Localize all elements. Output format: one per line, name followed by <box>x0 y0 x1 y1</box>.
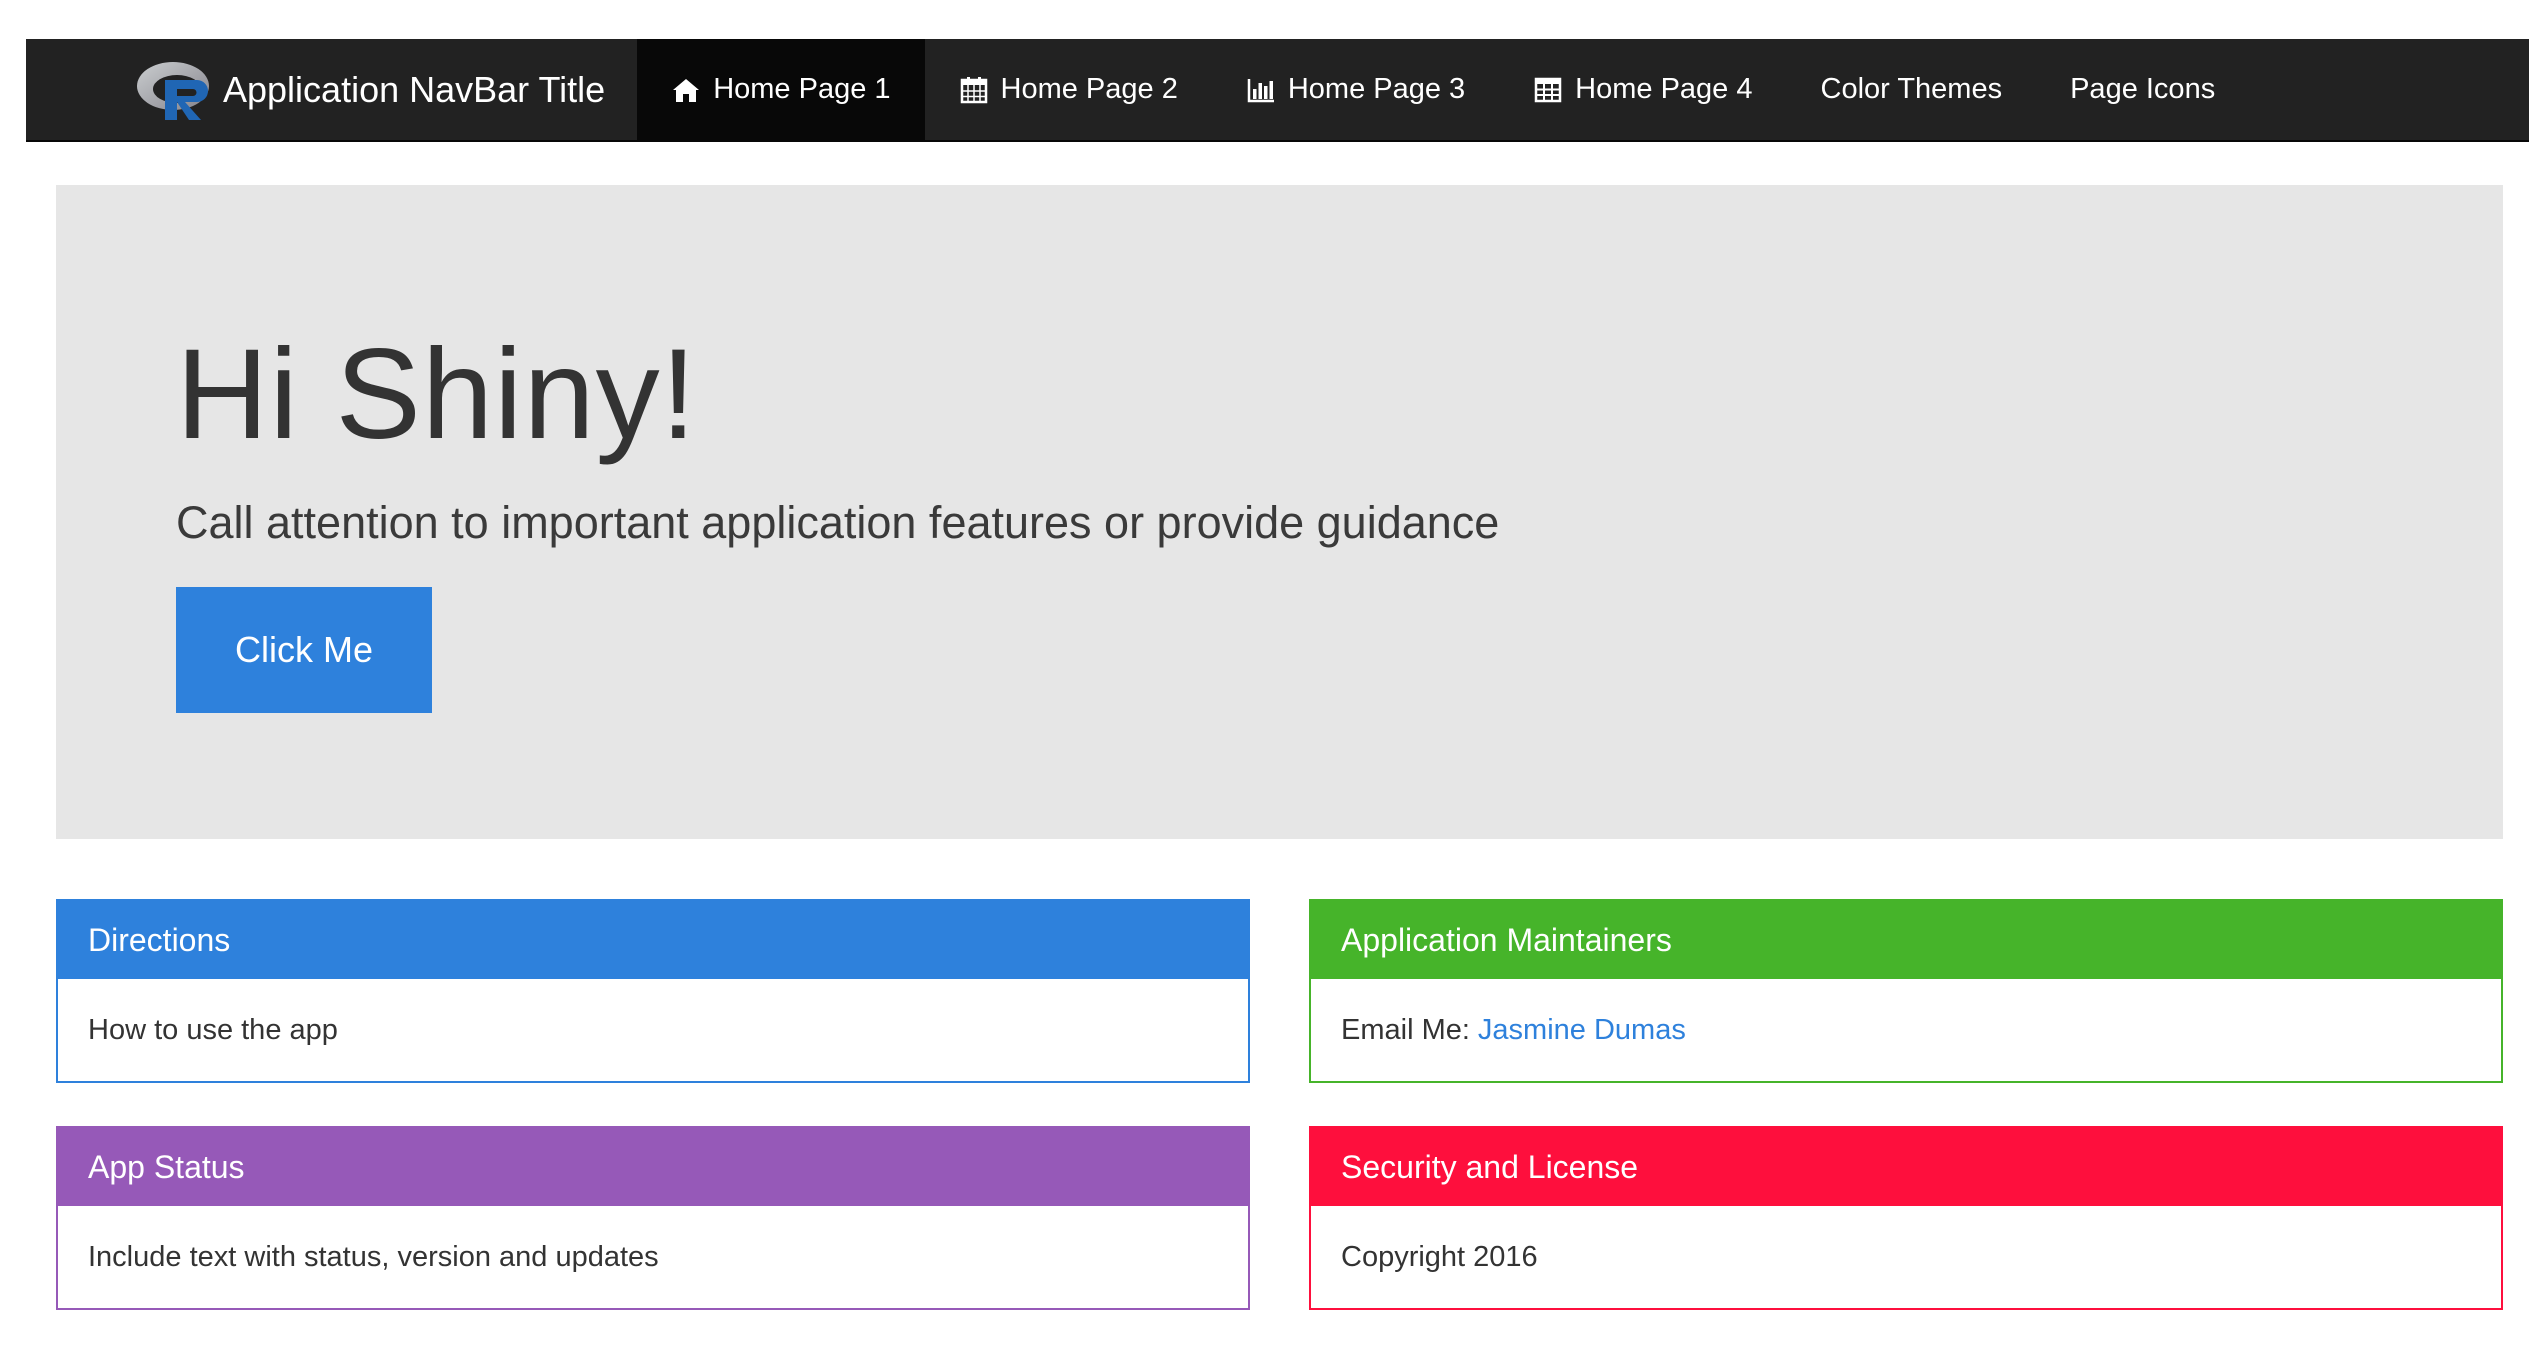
tab-home-page-2[interactable]: Home Page 2 <box>925 39 1212 140</box>
hero-subtitle: Call attention to important application … <box>176 497 1500 548</box>
tab-label: Color Themes <box>1820 73 2003 105</box>
tab-home-page-3[interactable]: Home Page 3 <box>1212 39 1499 140</box>
home-icon <box>673 78 700 102</box>
maintainer-email-link[interactable]: Jasmine Dumas <box>1478 1014 1686 1047</box>
security-license-panel: Security and License Copyright 2016 <box>1309 1126 2503 1310</box>
tab-page-icons[interactable]: Page Icons <box>2036 39 2249 140</box>
app-status-panel: App Status Include text with status, ver… <box>56 1126 1250 1310</box>
maintainers-panel: Application Maintainers Email Me: Jasmin… <box>1309 899 2503 1083</box>
table-icon <box>1534 77 1562 102</box>
panel-body: Email Me: Jasmine Dumas <box>1311 979 2501 1081</box>
email-label: Email Me: <box>1341 1013 1470 1046</box>
tab-label: Page Icons <box>2070 73 2216 105</box>
jumbotron: Hi Shiny! Call attention to important ap… <box>56 185 2503 839</box>
directions-panel: Directions How to use the app <box>56 899 1250 1083</box>
navbar-title: Application NavBar Title <box>223 68 606 110</box>
tab-label: Home Page 4 <box>1575 73 1753 105</box>
r-logo-icon <box>137 61 209 120</box>
panel-heading: Directions <box>58 901 1248 979</box>
navbar: Application NavBar Title Home Page 1 Hom… <box>26 39 2529 142</box>
click-me-button[interactable]: Click Me <box>176 587 432 713</box>
panel-body: Include text with status, version and up… <box>88 1240 659 1273</box>
tab-label: Home Page 3 <box>1287 73 1466 105</box>
tab-color-themes[interactable]: Color Themes <box>1787 39 2037 140</box>
tab-label: Home Page 1 <box>713 73 891 105</box>
bar-chart-icon <box>1247 78 1274 102</box>
hero-title: Hi Shiny! <box>176 323 698 466</box>
panel-heading: Application Maintainers <box>1311 901 2501 979</box>
tab-home-page-1[interactable]: Home Page 1 <box>637 39 925 140</box>
panel-body: How to use the app <box>88 1013 338 1046</box>
panel-body: Copyright 2016 <box>1341 1240 1538 1273</box>
tab-home-page-4[interactable]: Home Page 4 <box>1499 39 1786 140</box>
nav-tabs: Home Page 1 Home Page 2 Home Page 3 Home… <box>637 39 2249 140</box>
tab-label: Home Page 2 <box>1000 73 1178 105</box>
panel-heading: App Status <box>58 1128 1248 1206</box>
calendar-icon <box>960 76 987 103</box>
navbar-brand[interactable]: Application NavBar Title <box>26 39 637 140</box>
panel-heading: Security and License <box>1311 1128 2501 1206</box>
